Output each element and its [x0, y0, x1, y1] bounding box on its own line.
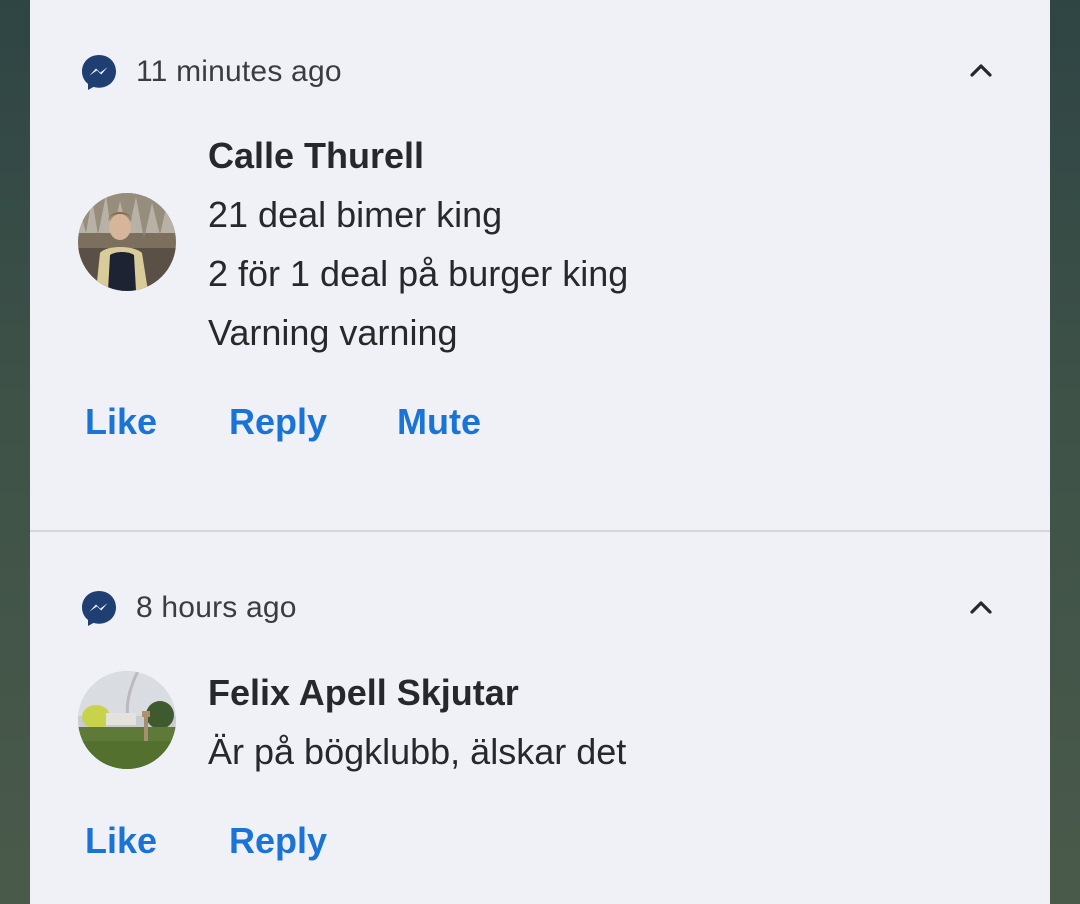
mute-button[interactable]: Mute — [397, 401, 481, 443]
messenger-icon — [82, 591, 116, 626]
messenger-icon — [82, 55, 116, 90]
message-line: Varning varning — [208, 312, 458, 353]
message-line: 21 deal bimer king — [208, 194, 503, 235]
reply-button[interactable]: Reply — [229, 401, 327, 443]
notification-time: 11 minutes ago — [136, 55, 342, 88]
avatar — [78, 671, 176, 769]
avatar — [78, 193, 176, 291]
notification-header: 11 minutes ago — [80, 52, 342, 92]
message-line: 2 för 1 deal på burger king — [208, 253, 629, 294]
sender-name: Calle Thurell — [208, 135, 425, 176]
message-line: Är på bögklubb, älskar det — [208, 731, 627, 772]
notification-panel: 11 minutes ago Calle Thurell 21 deal bim… — [30, 0, 1050, 904]
sender-name: Felix Apell Skjutar — [208, 672, 519, 713]
notification-card[interactable]: 8 hours ago Felix Apell Skjutar Är på bö… — [30, 532, 1050, 904]
chevron-up-icon[interactable] — [964, 590, 998, 624]
chevron-up-icon[interactable] — [964, 53, 998, 87]
notification-header: 8 hours ago — [80, 588, 297, 628]
notification-time: 8 hours ago — [136, 591, 297, 624]
like-button[interactable]: Like — [85, 820, 157, 862]
like-button[interactable]: Like — [85, 401, 157, 443]
notification-card[interactable]: 11 minutes ago Calle Thurell 21 deal bim… — [30, 0, 1050, 530]
reply-button[interactable]: Reply — [229, 820, 327, 862]
